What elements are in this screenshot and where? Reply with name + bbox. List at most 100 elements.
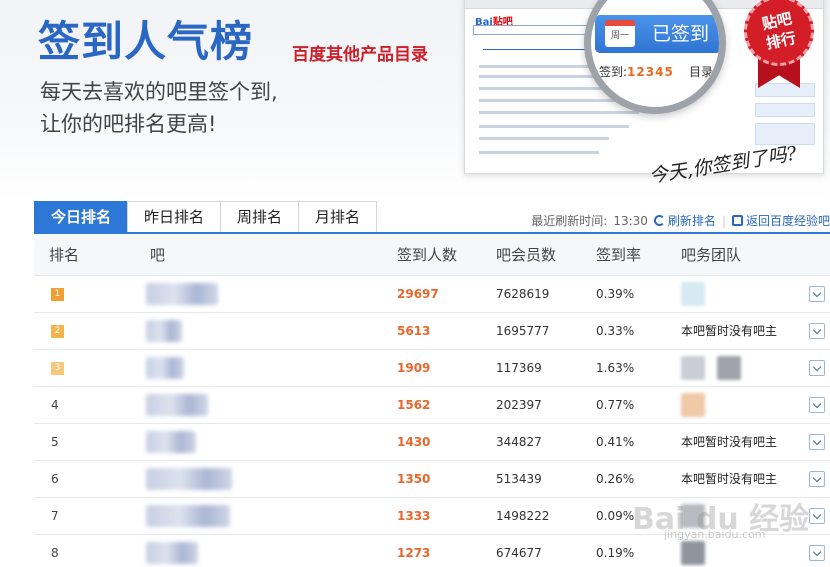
mock-side-box xyxy=(755,83,815,97)
return-icon xyxy=(731,215,743,226)
ranking-ribbon-badge: 贴吧 排行 xyxy=(737,0,821,88)
mock-line xyxy=(479,111,639,114)
watermark-url: jingyan.baidu.com xyxy=(664,528,766,541)
signin-rate: 0.09% xyxy=(596,509,635,523)
calendar-icon: 周一 xyxy=(605,20,635,47)
expand-button[interactable] xyxy=(809,471,825,487)
sign-count-value: 12345 xyxy=(627,65,674,79)
signin-count: 1350 xyxy=(397,472,431,486)
tab-today[interactable]: 今日排名 xyxy=(34,201,129,233)
banner-desc-line2: 让你的吧排名更高! xyxy=(40,112,217,136)
team-cell: 本吧暂时没有吧主 xyxy=(681,324,778,338)
rank-number: 4 xyxy=(51,398,59,412)
member-count: 7628619 xyxy=(496,287,550,301)
ribbon-circle: 贴吧 排行 xyxy=(737,0,821,73)
expand-button[interactable] xyxy=(809,360,825,376)
table-row: 3 1909 117369 1.63% xyxy=(34,350,830,387)
refresh-info: 最近刷新时间: 13:30 刷新排名 | 返回百度经验吧 xyxy=(531,212,830,229)
avatar[interactable] xyxy=(681,393,705,417)
avatar[interactable] xyxy=(681,356,705,380)
tab-yesterday[interactable]: 昨日排名 xyxy=(127,201,222,233)
separator: | xyxy=(721,213,726,228)
table-row: 5 1430 344827 0.41% 本吧暂时没有吧主 xyxy=(34,424,830,461)
forum-name-blurred[interactable] xyxy=(146,498,230,534)
expand-button[interactable] xyxy=(809,397,825,413)
mock-line xyxy=(479,125,629,128)
forum-name-blurred[interactable] xyxy=(146,461,232,497)
table-header: 排名 吧 签到人数 吧会员数 签到率 吧务团队 xyxy=(34,234,830,276)
signin-count: 5613 xyxy=(397,324,431,338)
signin-rate: 0.39% xyxy=(596,287,635,301)
table-row: 6 1350 513439 0.26% 本吧暂时没有吧主 xyxy=(34,461,830,498)
signin-count: 1273 xyxy=(397,546,431,560)
rank-number: 8 xyxy=(51,546,59,560)
signin-rate: 0.33% xyxy=(596,324,635,338)
banner-description: 每天去喜欢的吧里签个到, 让你的吧排名更高! xyxy=(40,76,278,140)
table-row: 4 1562 202397 0.77% xyxy=(34,387,830,424)
forum-name-blurred[interactable] xyxy=(146,424,196,460)
signin-count: 1333 xyxy=(397,509,431,523)
expand-button[interactable] xyxy=(809,323,825,339)
page-title: 签到人气榜 xyxy=(38,17,254,66)
expand-button[interactable] xyxy=(809,508,825,524)
ranking-tabs: 今日排名 昨日排名 周排名 月排名 xyxy=(34,201,378,233)
avatar[interactable] xyxy=(681,282,705,306)
sign-count: 签到:12345 xyxy=(599,65,674,79)
header-members: 吧会员数 xyxy=(496,246,557,264)
banner-desc-line1: 每天去喜欢的吧里签个到, xyxy=(40,80,278,104)
refresh-time-label: 最近刷新时间: xyxy=(531,214,608,228)
tab-month[interactable]: 月排名 xyxy=(298,201,378,233)
banner: 签到人气榜 百度其他产品目录 每天去喜欢的吧里签个到, 让你的吧排名更高! Ba… xyxy=(0,0,830,200)
signin-count: 29697 xyxy=(397,287,439,301)
team-cell: 本吧暂时没有吧主 xyxy=(681,435,778,449)
return-link[interactable]: 返回百度经验吧 xyxy=(731,212,830,229)
table-row: 2 5613 1695777 0.33% 本吧暂时没有吧主 xyxy=(34,313,830,350)
refresh-time: 13:30 xyxy=(613,213,648,228)
team-cell xyxy=(681,387,717,423)
directory-label: 目录 xyxy=(689,65,714,79)
forum-name-blurred[interactable] xyxy=(146,313,182,349)
mock-search-box xyxy=(473,25,593,35)
forum-name-blurred[interactable] xyxy=(146,387,208,423)
forum-name-blurred[interactable] xyxy=(146,276,218,312)
header-team: 吧务团队 xyxy=(681,246,742,264)
signin-rate: 0.19% xyxy=(596,546,635,560)
team-cell: 本吧暂时没有吧主 xyxy=(681,472,778,486)
avatar[interactable] xyxy=(681,541,705,565)
refresh-ranking-link[interactable]: 刷新排名 xyxy=(653,212,716,229)
other-products-link[interactable]: 百度其他产品目录 xyxy=(292,40,428,65)
member-count: 674677 xyxy=(496,546,542,560)
forum-name-blurred[interactable] xyxy=(146,350,184,386)
signin-count: 1562 xyxy=(397,398,431,412)
signed-button-label: 已签到 xyxy=(651,23,709,45)
rank-badge: 3 xyxy=(51,362,64,375)
signin-rate: 0.41% xyxy=(596,435,635,449)
rank-number: 6 xyxy=(51,472,59,486)
forum-name-blurred[interactable] xyxy=(146,535,198,567)
expand-button[interactable] xyxy=(809,434,825,450)
header-signins: 签到人数 xyxy=(397,246,458,264)
signin-count: 1909 xyxy=(397,361,431,375)
table-row: 1 29697 7628619 0.39% xyxy=(34,276,830,313)
member-count: 1498222 xyxy=(496,509,550,523)
header-rank: 排名 xyxy=(49,246,80,264)
expand-button[interactable] xyxy=(809,286,825,302)
rank-badge: 1 xyxy=(51,288,64,301)
signin-rate: 0.26% xyxy=(596,472,635,486)
member-count: 513439 xyxy=(496,472,542,486)
team-cell xyxy=(681,350,753,386)
header-rate: 签到率 xyxy=(596,246,642,264)
rank-badge: 2 xyxy=(51,325,64,338)
member-count: 1695777 xyxy=(496,324,550,338)
avatar[interactable] xyxy=(717,356,741,380)
expand-button[interactable] xyxy=(809,545,825,561)
signin-rate: 1.63% xyxy=(596,361,635,375)
rank-number: 7 xyxy=(51,509,59,523)
rank-number: 5 xyxy=(51,435,59,449)
tab-week[interactable]: 周排名 xyxy=(220,201,300,233)
signin-count: 1430 xyxy=(397,435,431,449)
refresh-icon xyxy=(653,215,665,226)
signed-button: 周一 已签到 xyxy=(595,15,719,53)
mock-line xyxy=(479,99,619,102)
mock-line xyxy=(479,151,599,154)
